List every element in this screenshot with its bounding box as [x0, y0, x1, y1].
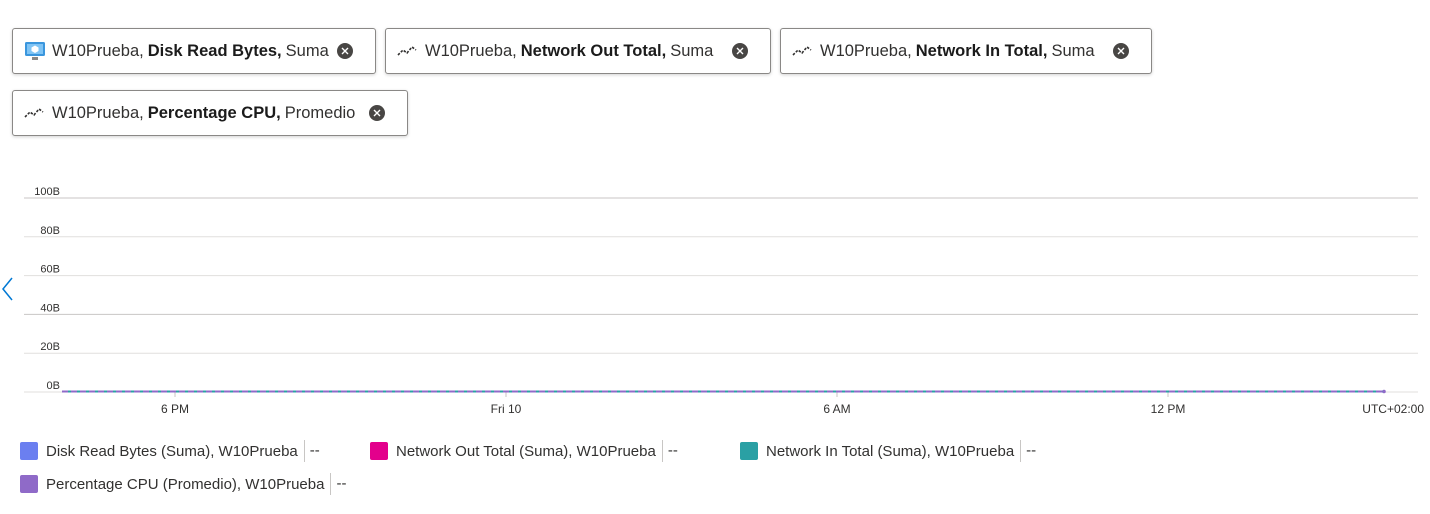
- metric-line-icon: [792, 41, 814, 61]
- pill-aggregation: Suma: [285, 41, 329, 60]
- pill-metric: Disk Read Bytes: [147, 41, 278, 60]
- metric-line-icon: [24, 103, 46, 123]
- metric-pill-percentage-cpu[interactable]: W10Prueba, Percentage CPU, Promedio: [12, 90, 408, 136]
- series-end-point: [1382, 389, 1386, 394]
- legend-swatch: [20, 442, 38, 460]
- x-tick-label: 12 PM: [1151, 402, 1186, 416]
- vm-monitor-icon: [24, 41, 46, 61]
- y-tick-label: 100B: [34, 186, 60, 198]
- x-tick-label: 6 PM: [161, 402, 189, 416]
- y-tick-label: 80B: [40, 225, 60, 237]
- grid: [24, 197, 1418, 393]
- series: [62, 389, 1386, 394]
- timezone-label: UTC+02:00: [1362, 402, 1424, 416]
- legend-value: --: [303, 440, 320, 462]
- metric-pill-network-in-total[interactable]: W10Prueba, Network In Total, Suma: [780, 28, 1152, 74]
- pill-aggregation: Promedio: [284, 103, 356, 122]
- y-tick-label: 60B: [40, 264, 60, 276]
- pill-aggregation: Suma: [670, 41, 714, 60]
- y-axis: 0B 20B 40B 60B 80B 100B: [34, 186, 60, 392]
- close-icon[interactable]: [337, 43, 353, 59]
- legend-value: --: [661, 440, 678, 462]
- pill-metric: Percentage CPU: [147, 103, 277, 122]
- pill-resource: W10Prueba: [52, 103, 140, 122]
- legend-item-percentage-cpu[interactable]: Percentage CPU (Promedio), W10Prueba --: [20, 473, 346, 495]
- legend-label: Disk Read Bytes (Suma), W10Prueba: [46, 442, 298, 460]
- y-tick-label: 0B: [47, 380, 60, 392]
- y-tick-label: 20B: [40, 341, 60, 353]
- pill-resource: W10Prueba: [425, 41, 513, 60]
- metrics-line-chart: 0B 20B 40B 60B 80B 100B 6 PM Fri 10 6 AM 12 PM U…: [24, 186, 1424, 416]
- legend-label: Network In Total (Suma), W10Prueba: [766, 442, 1015, 460]
- legend-item-network-out-total[interactable]: Network Out Total (Suma), W10Prueba --: [370, 440, 740, 462]
- legend-swatch: [740, 442, 758, 460]
- x-axis: 6 PM Fri 10 6 AM 12 PM: [161, 392, 1185, 416]
- pill-aggregation: Suma: [1051, 41, 1095, 60]
- legend-item-network-in-total[interactable]: Network In Total (Suma), W10Prueba --: [740, 440, 1036, 462]
- legend-row-1: Disk Read Bytes (Suma), W10Prueba -- Net…: [20, 440, 1036, 462]
- pill-metric: Network In Total: [915, 41, 1043, 60]
- close-icon[interactable]: [1113, 43, 1129, 59]
- legend-value: --: [1020, 440, 1036, 462]
- close-icon[interactable]: [732, 43, 748, 59]
- legend-item-disk-read-bytes[interactable]: Disk Read Bytes (Suma), W10Prueba --: [20, 440, 370, 462]
- metric-pill-network-out-total[interactable]: W10Prueba, Network Out Total, Suma: [385, 28, 771, 74]
- y-tick-label: 40B: [40, 302, 60, 314]
- legend-label: Percentage CPU (Promedio), W10Prueba: [46, 475, 325, 493]
- legend-label: Network Out Total (Suma), W10Prueba: [396, 442, 656, 460]
- metric-line-icon: [397, 41, 419, 61]
- legend-swatch: [370, 442, 388, 460]
- pill-metric: Network Out Total: [520, 41, 662, 60]
- legend-row-2: Percentage CPU (Promedio), W10Prueba --: [20, 473, 346, 495]
- x-tick-label: Fri 10: [491, 402, 522, 416]
- close-icon[interactable]: [369, 105, 385, 121]
- pill-resource: W10Prueba: [52, 41, 140, 60]
- legend-value: --: [330, 473, 346, 495]
- metric-pill-disk-read-bytes[interactable]: W10Prueba, Disk Read Bytes, Suma: [12, 28, 376, 74]
- x-tick-label: 6 AM: [823, 402, 850, 416]
- pill-resource: W10Prueba: [820, 41, 908, 60]
- legend-swatch: [20, 475, 38, 493]
